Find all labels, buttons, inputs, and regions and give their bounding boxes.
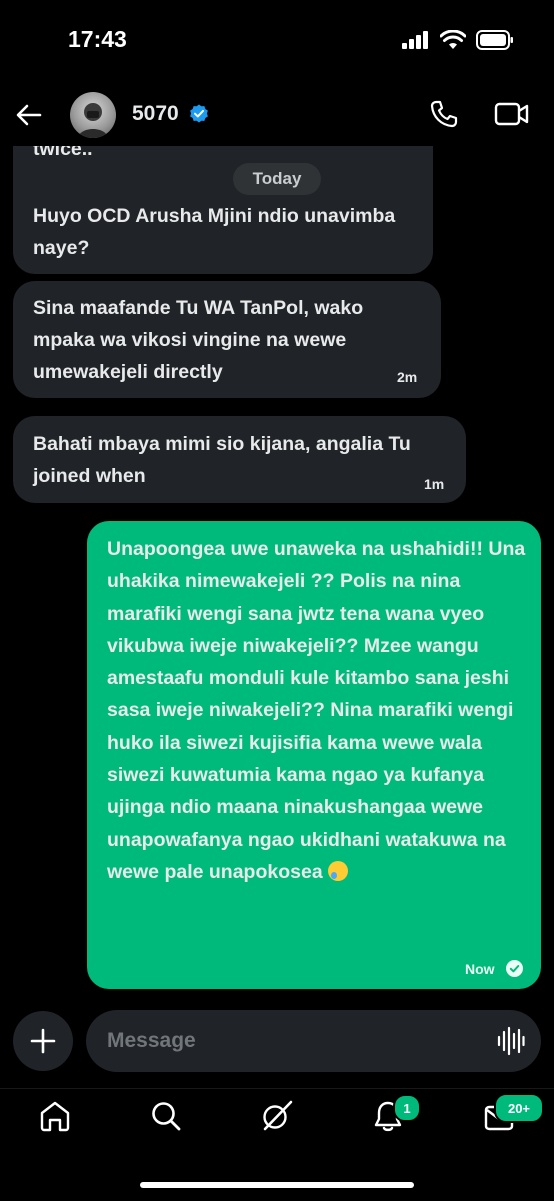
home-indicator [140, 1182, 414, 1188]
face-holding-back-tears-icon [328, 860, 349, 881]
message-text: Unapoongea uwe unaweka na ushahidi!! Una… [107, 538, 526, 883]
battery-icon [476, 30, 513, 50]
status-time: 17:43 [68, 26, 127, 52]
video-call-icon[interactable] [494, 98, 530, 130]
messages-badge: 20+ [494, 1093, 544, 1123]
message-timestamp: 1m [424, 476, 445, 492]
message-text-outgoing: Unapoongea uwe unaweka na ushahidi!! Una… [107, 533, 527, 888]
read-check-icon [506, 960, 523, 977]
message-input[interactable] [86, 1010, 541, 1072]
cellular-signal-icon [402, 31, 428, 49]
plus-icon [30, 1028, 56, 1054]
wifi-icon [440, 30, 466, 49]
add-attachment-button[interactable] [13, 1011, 73, 1071]
verified-badge-icon [190, 104, 208, 123]
message-text: Sina maafande Tu WA TanPol, wako mpaka w… [33, 297, 364, 383]
grok-icon[interactable] [260, 1099, 294, 1133]
voice-waveform-icon[interactable] [497, 1026, 525, 1056]
contact-name[interactable]: 5070 [132, 102, 179, 126]
message-timestamp: 2m [397, 369, 418, 385]
status-icons [402, 30, 514, 50]
avatar-photo-icon [78, 103, 108, 138]
message-text: Bahati mbaya mimi sio kijana, angalia Tu… [33, 433, 411, 487]
message-text: Huyo OCD Arusha Mjini ndio unavimba naye… [33, 205, 396, 259]
back-arrow-icon[interactable] [14, 100, 44, 130]
message-timestamp: Now [465, 961, 495, 977]
home-icon[interactable] [38, 1099, 72, 1133]
search-icon[interactable] [149, 1099, 183, 1133]
avatar[interactable] [70, 92, 116, 138]
notifications-badge: 1 [393, 1094, 421, 1122]
date-divider: Today [233, 163, 321, 195]
phone-call-icon[interactable] [428, 98, 460, 130]
